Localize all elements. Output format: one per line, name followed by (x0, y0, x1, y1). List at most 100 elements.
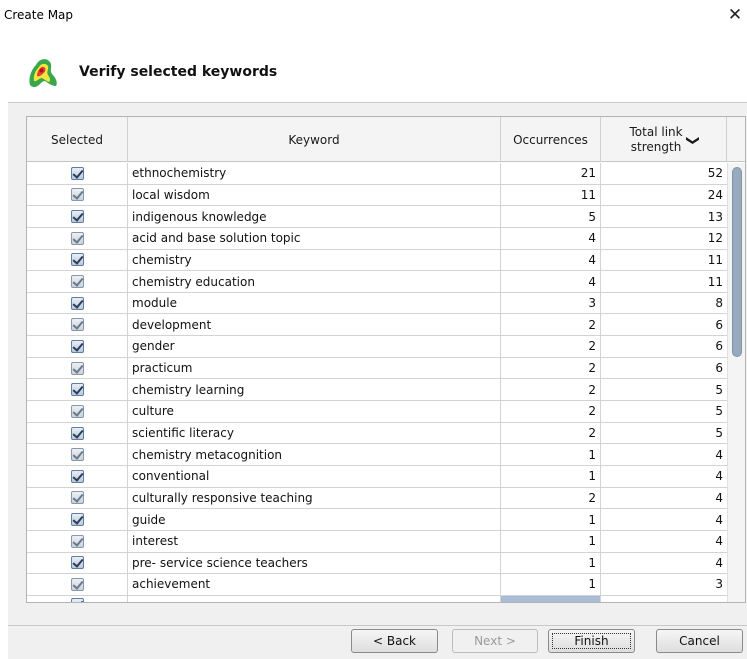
row-checkbox[interactable] (27, 552, 128, 574)
keyword-cell (128, 596, 501, 602)
table-row[interactable]: culture 2 5 (27, 401, 727, 423)
table-row[interactable]: scientific literacy 2 5 (27, 422, 727, 445)
table-row[interactable]: guide 1 4 (27, 509, 727, 531)
table-row[interactable]: chemistry learning 2 5 (27, 379, 727, 402)
back-button[interactable]: < Back (351, 629, 438, 653)
row-checkbox[interactable] (27, 444, 128, 465)
table-row[interactable]: chemistry metacognition 1 4 (27, 444, 727, 466)
scrollbar-thumb[interactable] (732, 167, 742, 357)
row-checkbox[interactable] (27, 465, 128, 487)
row-checkbox[interactable] (27, 314, 128, 336)
total-link-strength-cell: 6 (715, 361, 723, 376)
row-checkbox[interactable] (27, 422, 128, 444)
checkbox-checked-icon (70, 210, 84, 224)
total-link-strength-cell: 13 (707, 209, 723, 224)
occurrences-cell: 1 (501, 444, 601, 465)
occurrences-cell: 5 (501, 206, 601, 227)
total-link-strength-cell: 52 (707, 166, 723, 181)
table-row[interactable]: chemistry 4 11 (27, 249, 727, 272)
keyword-cell: chemistry learning (128, 379, 501, 401)
occurrences-cell: 2 (501, 379, 601, 401)
total-link-strength-cell: 5 (715, 404, 723, 419)
checkbox-checked-icon (70, 513, 84, 527)
table-body: ethnochemistry 21 52 local wisdom 11 24 indige… (27, 163, 727, 596)
table-row[interactable]: chemistry education 4 11 (27, 271, 727, 293)
table-row[interactable]: pre- service science teachers 1 4 (27, 552, 727, 575)
occurrences-cell (501, 596, 601, 602)
cancel-button[interactable]: Cancel (656, 629, 743, 653)
close-icon[interactable]: ✕ (723, 3, 747, 27)
table-row[interactable]: conventional 1 4 (27, 465, 727, 488)
total-link-strength-cell: 4 (715, 490, 723, 505)
keyword-cell: module (128, 292, 501, 314)
keyword-cell: local wisdom (128, 184, 501, 206)
total-link-strength-cell: 5 (715, 382, 723, 397)
column-header-occurrences[interactable]: Occurrences (501, 117, 601, 162)
checkbox-checked-icon (70, 339, 84, 353)
checkbox-checked-icon (70, 318, 84, 332)
row-checkbox[interactable] (27, 184, 128, 206)
keyword-cell: chemistry metacognition (128, 444, 501, 465)
row-checkbox[interactable] (27, 271, 128, 292)
sort-descending-icon: ❯ (684, 135, 700, 146)
row-checkbox[interactable] (27, 336, 128, 357)
table-row[interactable]: acid and base solution topic 4 12 (27, 227, 727, 250)
occurrences-cell: 1 (501, 465, 601, 487)
row-checkbox[interactable] (27, 487, 128, 509)
table-row[interactable]: culturally responsive teaching 2 4 (27, 487, 727, 510)
table-row[interactable]: module 3 8 (27, 292, 727, 315)
row-checkbox[interactable] (27, 379, 128, 401)
vertical-scrollbar[interactable] (727, 163, 745, 602)
keyword-cell: achievement (128, 574, 501, 595)
column-header-keyword[interactable]: Keyword (128, 117, 501, 162)
row-checkbox[interactable] (27, 292, 128, 314)
keyword-cell: ethnochemistry (128, 163, 501, 184)
checkbox-checked-icon (70, 534, 84, 548)
occurrences-cell: 2 (501, 401, 601, 422)
checkbox-checked-icon (70, 469, 84, 483)
next-button[interactable]: Next > (452, 629, 538, 653)
row-checkbox[interactable] (27, 530, 128, 552)
table-header: Selected Keyword Occurrences Total link … (27, 117, 745, 162)
table-row[interactable]: indigenous knowledge 5 13 (27, 206, 727, 228)
table-row[interactable]: local wisdom 11 24 (27, 184, 727, 207)
row-checkbox[interactable] (27, 357, 128, 379)
keyword-cell: chemistry (128, 249, 501, 271)
occurrences-cell: 11 (501, 184, 601, 206)
total-link-strength-cell: 4 (715, 447, 723, 462)
checkbox-checked-icon (70, 383, 84, 397)
table-row[interactable]: development 2 6 (27, 314, 727, 337)
row-checkbox[interactable] (27, 163, 128, 184)
row-checkbox[interactable] (27, 227, 128, 249)
keyword-cell: conventional (128, 465, 501, 487)
keyword-cell: interest (128, 530, 501, 552)
table-row[interactable]: practicum 2 6 (27, 357, 727, 380)
heatmap-logo-icon (29, 59, 57, 87)
column-header-selected[interactable]: Selected (27, 117, 128, 162)
checkbox-checked-icon (70, 556, 84, 570)
row-checkbox[interactable] (27, 596, 128, 602)
checkbox-checked-icon (70, 188, 84, 202)
table-row[interactable]: gender 2 6 (27, 336, 727, 358)
total-link-strength-cell: 4 (715, 469, 723, 484)
row-checkbox[interactable] (27, 509, 128, 530)
table-row[interactable]: ethnochemistry 21 52 (27, 163, 727, 185)
table-row[interactable]: interest 1 4 (27, 530, 727, 553)
column-header-total-link-strength[interactable]: Total link strength ❯ (601, 117, 727, 162)
row-checkbox[interactable] (27, 574, 128, 595)
occurrences-cell: 4 (501, 271, 601, 292)
checkbox-checked-icon (70, 404, 84, 418)
keyword-cell: chemistry education (128, 271, 501, 292)
finish-button[interactable]: Finish (548, 629, 635, 653)
total-link-strength-cell: 4 (715, 534, 723, 549)
occurrences-cell: 2 (501, 314, 601, 336)
checkbox-checked-icon (70, 361, 84, 375)
row-checkbox[interactable] (27, 206, 128, 227)
table-row[interactable]: achievement 1 3 (27, 574, 727, 596)
keyword-cell: culturally responsive teaching (128, 487, 501, 509)
keywords-table: Selected Keyword Occurrences Total link … (26, 116, 746, 603)
total-link-strength-cell: 24 (707, 187, 723, 202)
row-checkbox[interactable] (27, 249, 128, 271)
total-link-strength-cell: 3 (715, 577, 723, 592)
row-checkbox[interactable] (27, 401, 128, 422)
